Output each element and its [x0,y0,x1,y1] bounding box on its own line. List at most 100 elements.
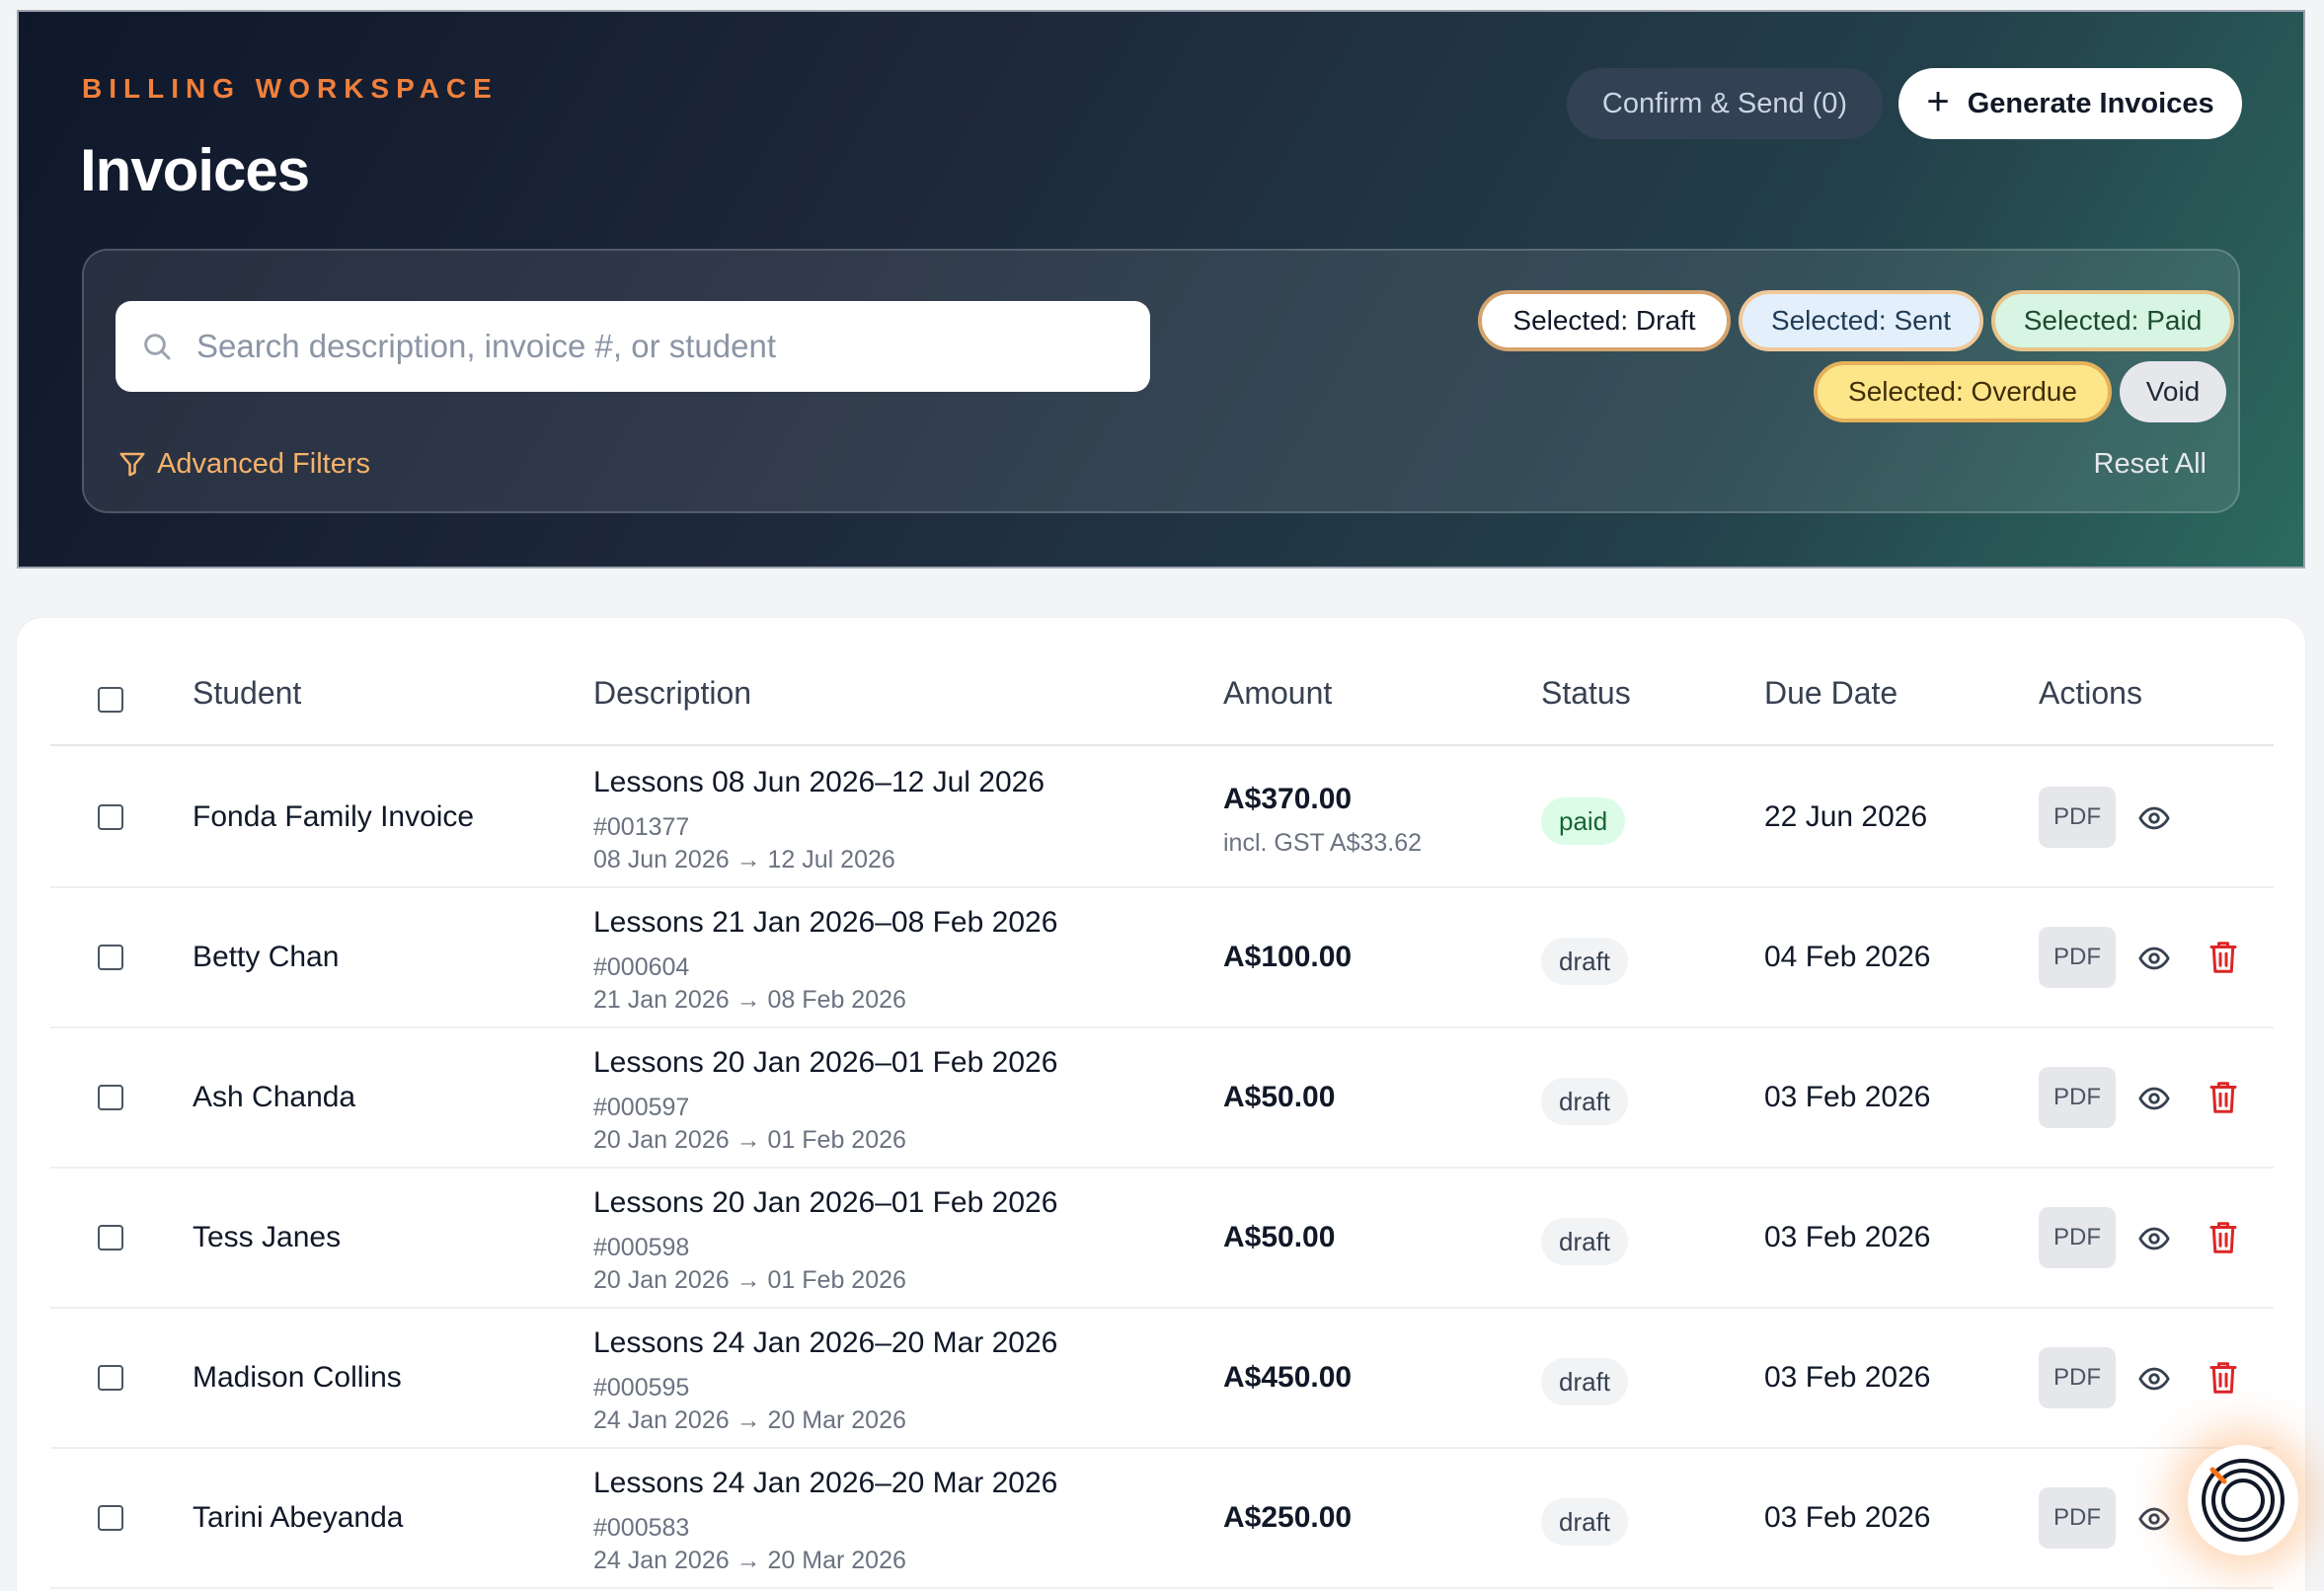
invoice-date-range: 20 Jan 2026 → 01 Feb 2026 [593,1266,906,1294]
column-header-description[interactable]: Description [593,675,751,712]
column-header-status[interactable]: Status [1541,675,1631,712]
student-name[interactable]: Ash Chanda [193,1081,355,1114]
row-select-checkbox[interactable] [98,945,123,970]
due-date: 22 Jun 2026 [1764,800,1928,833]
reset-all-label: Reset All [2093,447,2207,480]
invoice-amount: A$100.00 [1223,941,1353,973]
confirm-send-button[interactable]: Confirm & Send (0) [1567,68,1883,139]
pdf-button[interactable]: PDF [2039,1207,2116,1268]
row-select-checkbox[interactable] [98,1225,123,1250]
student-name[interactable]: Fonda Family Invoice [193,800,474,834]
student-name[interactable]: Tess Janes [193,1221,341,1254]
status-chip-draft[interactable]: Selected: Draft [1478,290,1731,351]
pdf-button[interactable]: PDF [2039,1487,2116,1549]
status-chip-overdue[interactable]: Selected: Overdue [1814,361,2112,422]
invoice-date-range: 21 Jan 2026 → 08 Feb 2026 [593,986,906,1014]
filter-funnel-icon [119,452,145,477]
invoice-amount: A$50.00 [1223,1081,1336,1113]
billing-header: BILLING WORKSPACE Invoices Confirm & Sen… [17,10,2305,568]
column-header-due-date[interactable]: Due Date [1764,675,1898,712]
search-icon [144,334,171,360]
invoice-date-range: 20 Jan 2026 → 01 Feb 2026 [593,1126,906,1154]
select-all-checkbox[interactable] [98,687,123,713]
student-name[interactable]: Tarini Abeyanda [193,1501,404,1535]
table-header: Student Description Amount Status Due Da… [50,657,2274,746]
table-row: Ash Chanda Lessons 20 Jan 2026–01 Feb 20… [50,1028,2274,1169]
search-input[interactable] [196,301,1124,392]
pdf-button[interactable]: PDF [2039,1067,2116,1128]
invoice-amount: A$250.00 [1223,1501,1353,1534]
table-row: Tarini Abeyanda Lessons 24 Jan 2026–20 M… [50,1449,2274,1589]
invoice-date-range: 08 Jun 2026 → 12 Jul 2026 [593,846,895,873]
eye-icon[interactable] [2137,942,2171,975]
status-chip-paid-label: Selected: Paid [2023,305,2203,336]
search-box[interactable] [116,301,1150,392]
status-chip-paid[interactable]: Selected: Paid [1991,290,2234,351]
invoice-description: Lessons 21 Jan 2026–08 Feb 2026 [593,906,1058,939]
reset-all-button[interactable]: Reset All [2094,444,2207,484]
student-name[interactable]: Betty Chan [193,941,339,974]
pdf-button[interactable]: PDF [2039,1347,2116,1408]
status-chip-sent-label: Selected: Sent [1770,305,1952,336]
eye-icon[interactable] [2137,1082,2171,1115]
row-select-checkbox[interactable] [98,1505,123,1531]
assistant-launcher-button[interactable] [2188,1445,2298,1555]
filter-panel: Selected: Draft Selected: Sent Selected:… [82,249,2240,513]
student-name[interactable]: Madison Collins [193,1361,402,1395]
invoice-number: #000595 [593,1374,690,1402]
invoice-number: #000604 [593,953,690,981]
invoice-description: Lessons 20 Jan 2026–01 Feb 2026 [593,1186,1058,1219]
invoice-date-range: 24 Jan 2026 → 20 Mar 2026 [593,1547,906,1574]
trash-icon[interactable] [2208,1080,2238,1115]
status-badge: draft [1541,1218,1629,1265]
plus-icon: + [1926,80,1950,123]
column-header-actions: Actions [2039,675,2142,711]
table-row: Betty Chan Lessons 21 Jan 2026–08 Feb 20… [50,888,2274,1028]
generate-invoices-label: Generate Invoices [1967,87,2214,119]
due-date: 03 Feb 2026 [1764,1081,1931,1113]
generate-invoices-button[interactable]: + Generate Invoices [1898,68,2242,139]
status-badge: draft [1541,1498,1629,1546]
status-chip-void[interactable]: Void [2120,361,2226,422]
due-date: 03 Feb 2026 [1764,1221,1931,1253]
status-badge: draft [1541,1078,1629,1125]
status-chip-overdue-label: Selected: Overdue [1848,376,2077,407]
status-badge: draft [1541,938,1629,985]
status-badge: paid [1541,797,1626,845]
status-chip-sent[interactable]: Selected: Sent [1739,290,1983,351]
invoice-description: Lessons 08 Jun 2026–12 Jul 2026 [593,766,1046,798]
invoices-table: Student Description Amount Status Due Da… [17,618,2305,1591]
invoice-number: #000597 [593,1094,690,1121]
trash-icon[interactable] [2208,1360,2238,1396]
invoice-amount: A$50.00 [1223,1221,1336,1253]
invoice-number: #001377 [593,813,690,841]
row-select-checkbox[interactable] [98,1085,123,1110]
table-row: Fonda Family Invoice Lessons 08 Jun 2026… [50,748,2274,888]
invoice-number: #000583 [593,1514,690,1542]
pdf-button[interactable]: PDF [2039,927,2116,988]
eye-icon[interactable] [2137,1502,2171,1536]
invoice-description: Lessons 24 Jan 2026–20 Mar 2026 [593,1326,1058,1359]
eye-icon[interactable] [2137,1222,2171,1255]
row-select-checkbox[interactable] [98,1365,123,1391]
trash-icon[interactable] [2208,940,2238,975]
invoice-amount: A$370.00 [1223,783,1353,815]
advanced-filters-toggle[interactable]: Advanced Filters [117,444,370,484]
invoice-description: Lessons 24 Jan 2026–20 Mar 2026 [593,1467,1058,1499]
pdf-button[interactable]: PDF [2039,787,2116,848]
due-date: 03 Feb 2026 [1764,1361,1931,1394]
spiral-logo-icon [2202,1459,2285,1542]
row-select-checkbox[interactable] [98,804,123,830]
invoice-amount: A$450.00 [1223,1361,1353,1394]
column-header-amount[interactable]: Amount [1223,675,1332,712]
page-title: Invoices [80,137,310,203]
eye-icon[interactable] [2137,801,2171,835]
eye-icon[interactable] [2137,1362,2171,1396]
column-header-student[interactable]: Student [193,675,301,712]
advanced-filters-label: Advanced Filters [157,447,370,480]
table-row: Tess Janes Lessons 20 Jan 2026–01 Feb 20… [50,1169,2274,1309]
trash-icon[interactable] [2208,1220,2238,1255]
table-row: Madison Collins Lessons 24 Jan 2026–20 M… [50,1309,2274,1449]
invoice-number: #000598 [593,1234,690,1261]
status-chip-draft-label: Selected: Draft [1512,305,1696,336]
